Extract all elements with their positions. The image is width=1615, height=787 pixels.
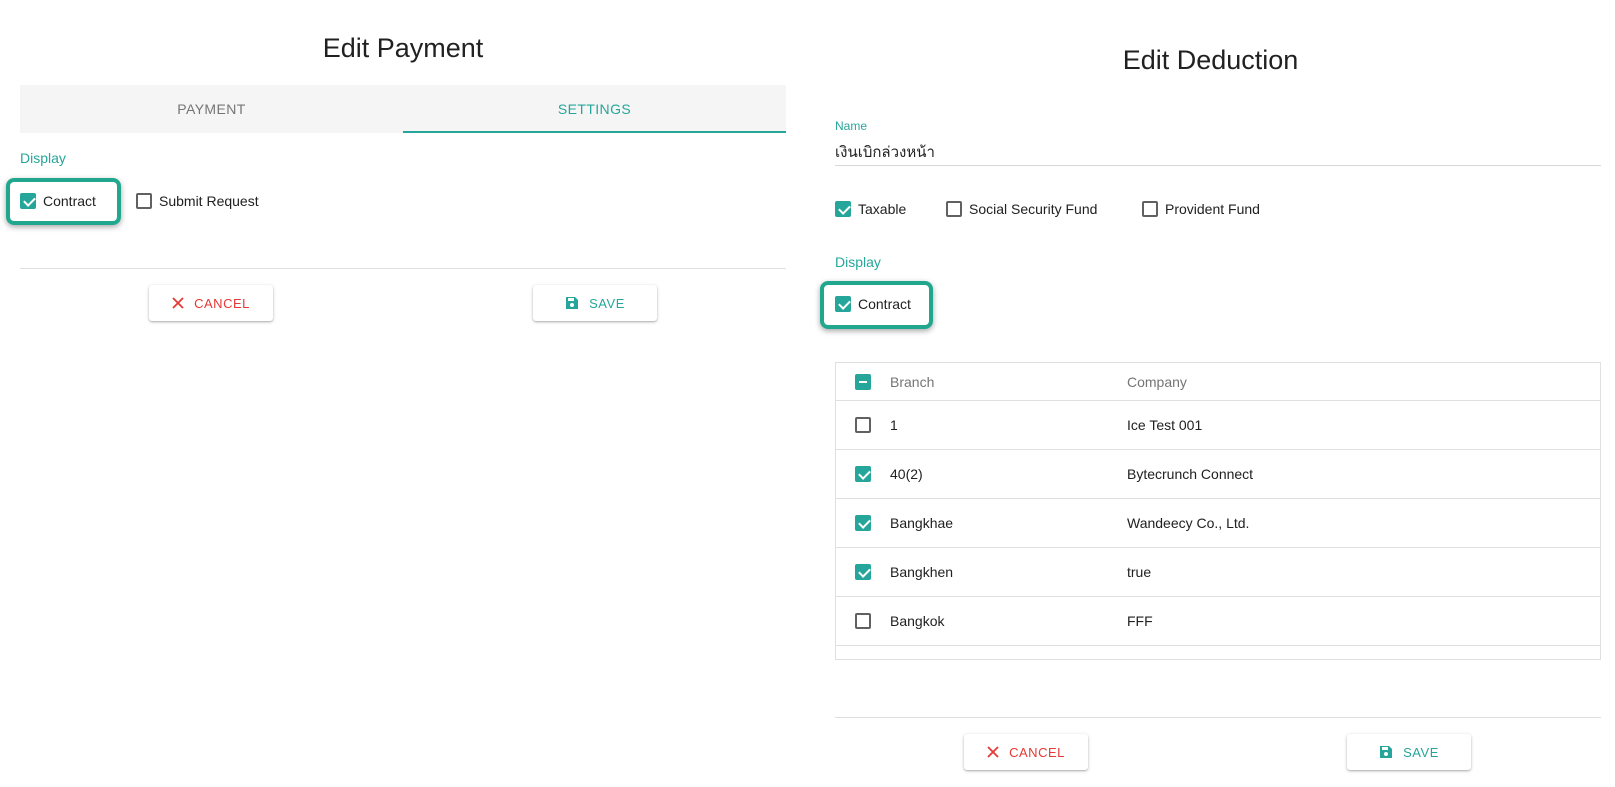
submit-request-checkbox[interactable]: Submit Request — [136, 193, 259, 209]
column-header-company: Company — [1127, 373, 1187, 390]
display-section-label: Display — [20, 150, 66, 166]
display-section-label: Display — [835, 254, 881, 270]
submit-request-checkbox-label: Submit Request — [159, 193, 259, 209]
close-icon — [172, 297, 184, 309]
tab-settings[interactable]: SETTINGS — [403, 85, 786, 133]
branch-cell: Bangkhen — [890, 564, 954, 580]
checkbox-unchecked-icon — [1142, 201, 1158, 217]
column-header-branch: Branch — [890, 373, 935, 390]
table-row-partial[interactable] — [836, 646, 1600, 659]
checkbox-unchecked-icon — [946, 201, 962, 217]
checkbox-unchecked-icon — [136, 193, 152, 209]
name-field-underline — [835, 165, 1601, 166]
branch-cell: 1 — [890, 417, 898, 433]
name-field[interactable]: เงินเบิกล่วงหน้า — [835, 140, 935, 164]
checkbox-checked-icon — [20, 193, 36, 209]
checkbox-checked-icon — [835, 296, 851, 312]
taxable-checkbox[interactable]: Taxable — [835, 201, 906, 217]
company-cell: Ice Test 001 — [1127, 417, 1203, 433]
row-checkbox[interactable] — [855, 613, 871, 629]
branch-table: Branch Company 1 Ice Test 001 40(2) Byte… — [835, 362, 1601, 660]
contract-checkbox[interactable]: Contract — [20, 193, 96, 209]
tab-payment[interactable]: PAYMENT — [20, 85, 403, 133]
dialog-title: Edit Payment — [322, 33, 484, 63]
save-button-label: SAVE — [589, 295, 625, 311]
floppy-disk-icon — [1379, 745, 1393, 759]
row-checkbox[interactable] — [855, 417, 871, 433]
checkbox-checked-icon — [835, 201, 851, 217]
company-cell: true — [1127, 564, 1152, 580]
contract-checkbox-label: Contract — [858, 296, 911, 312]
provident-fund-checkbox-label: Provident Fund — [1165, 201, 1260, 217]
cancel-button[interactable]: CANCEL — [149, 285, 273, 321]
cancel-button-label: CANCEL — [194, 295, 250, 311]
close-icon — [987, 746, 999, 758]
edit-deduction-dialog: Edit Deduction Name เงินเบิกล่วงหน้า Tax… — [806, 0, 1615, 787]
branch-cell: 40(2) — [890, 466, 923, 482]
company-cell: Bytecrunch Connect — [1127, 466, 1254, 482]
tab-bar: PAYMENT SETTINGS — [20, 85, 786, 133]
row-checkbox[interactable] — [855, 466, 871, 482]
save-button-label: SAVE — [1403, 744, 1439, 760]
row-checkbox[interactable] — [855, 564, 871, 580]
row-checkbox[interactable] — [855, 515, 871, 531]
divider — [20, 268, 786, 269]
table-header: Branch Company — [836, 363, 1600, 401]
branch-cell: Bangkhae — [890, 515, 954, 531]
name-field-label: Name — [835, 119, 868, 133]
save-button[interactable]: SAVE — [533, 285, 657, 321]
select-all-checkbox[interactable] — [855, 373, 871, 390]
contract-checkbox-label: Contract — [43, 193, 96, 209]
company-cell: FFF — [1127, 613, 1153, 629]
social-security-fund-checkbox-label: Social Security Fund — [969, 201, 1098, 217]
table-row[interactable]: Bangkok FFF — [836, 597, 1600, 646]
contract-checkbox[interactable]: Contract — [835, 296, 911, 312]
table-row[interactable]: Bangkhae Wandeecy Co., Ltd. — [836, 499, 1600, 548]
dialog-title: Edit Deduction — [1122, 45, 1299, 75]
company-cell: Wandeecy Co., Ltd. — [1127, 515, 1250, 531]
cancel-button[interactable]: CANCEL — [964, 734, 1088, 770]
provident-fund-checkbox[interactable]: Provident Fund — [1142, 201, 1260, 217]
table-row[interactable]: 1 Ice Test 001 — [836, 401, 1600, 450]
table-row[interactable]: Bangkhen true — [836, 548, 1600, 597]
divider — [835, 717, 1601, 718]
social-security-fund-checkbox[interactable]: Social Security Fund — [946, 201, 1097, 217]
floppy-disk-icon — [565, 296, 579, 310]
table-row[interactable]: 40(2) Bytecrunch Connect — [836, 450, 1600, 499]
edit-payment-dialog: Edit Payment PAYMENT SETTINGS Display Co… — [0, 0, 790, 787]
taxable-checkbox-label: Taxable — [858, 201, 907, 217]
save-button[interactable]: SAVE — [1347, 734, 1471, 770]
branch-cell: Bangkok — [890, 613, 945, 629]
cancel-button-label: CANCEL — [1009, 744, 1065, 760]
